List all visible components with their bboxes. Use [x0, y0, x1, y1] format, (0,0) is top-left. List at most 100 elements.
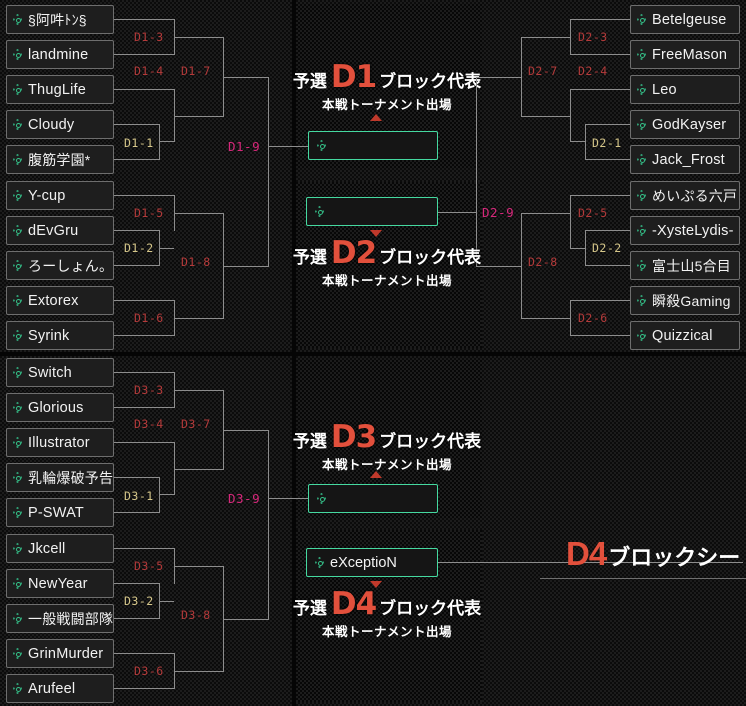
seed-heading: D4 ブロックシード: [566, 535, 746, 573]
team-name: Syrink: [28, 327, 70, 344]
team-name: 一般戦闘部隊: [28, 610, 114, 627]
seed-label: ブロックシード: [608, 545, 746, 570]
team-name: Cloudy: [28, 116, 75, 133]
team-box[interactable]: 瞬殺Gaming: [630, 286, 740, 315]
team-name: Leo: [652, 81, 677, 98]
team-box[interactable]: 腹筋学園*: [6, 145, 114, 174]
team-name: Extorex: [28, 292, 79, 309]
team-box[interactable]: §阿吽ﾄﾝ§: [6, 5, 114, 34]
block-note: 本戦トーナメント出場: [321, 458, 452, 472]
team-box[interactable]: 富士山5合目: [630, 251, 740, 280]
team-box[interactable]: Betelgeuse: [630, 5, 740, 34]
team-marker-icon: [315, 206, 324, 217]
team-name: Betelgeuse: [652, 11, 727, 28]
team-marker-icon: [13, 613, 22, 624]
team-box[interactable]: landmine: [6, 40, 114, 69]
team-marker-icon: [637, 84, 646, 95]
team-box[interactable]: NewYear: [6, 569, 114, 598]
team-box[interactable]: Glorious: [6, 393, 114, 422]
team-box[interactable]: GodKayser: [630, 110, 740, 139]
bracket-line: [114, 653, 174, 654]
team-name: dEvGru: [28, 222, 79, 239]
team-box[interactable]: Switch: [6, 358, 114, 387]
bracket-line: [570, 195, 571, 248]
team-marker-icon: [13, 14, 22, 25]
block-code: D2: [330, 235, 377, 271]
team-box[interactable]: Cloudy: [6, 110, 114, 139]
team-name: GodKayser: [652, 116, 727, 133]
team-marker-icon: [13, 402, 22, 413]
team-box[interactable]: 乳輪爆破予告: [6, 463, 114, 492]
bracket-line: [159, 248, 174, 249]
team-box[interactable]: めいぷる六戸: [630, 181, 740, 210]
team-marker-icon: [315, 557, 324, 568]
team-box[interactable]: Jkcell: [6, 534, 114, 563]
bracket-line: [570, 19, 571, 55]
bracket-line: [114, 512, 159, 513]
team-name: 乳輪爆破予告: [28, 469, 114, 486]
team-name: 瞬殺Gaming: [652, 292, 731, 309]
team-marker-icon: [13, 84, 22, 95]
advance-arrow-icon: [370, 471, 382, 478]
bracket-line: [114, 442, 174, 443]
team-marker-icon: [13, 543, 22, 554]
team-box[interactable]: ThugLife: [6, 75, 114, 104]
advance-arrow-icon: [370, 114, 382, 121]
team-name: FreeMason: [652, 46, 728, 63]
team-box[interactable]: Illustrator: [6, 428, 114, 457]
team-box[interactable]: Extorex: [6, 286, 114, 315]
match-label: D3-4: [134, 417, 164, 431]
bracket-line: [114, 688, 174, 689]
bracket-line: [223, 77, 269, 78]
bracket-line: [223, 266, 269, 267]
team-name: ThugLife: [28, 81, 87, 98]
bracket-line: [585, 124, 630, 125]
bracket-line: [114, 159, 159, 160]
team-box[interactable]: Quizzical: [630, 321, 740, 350]
block-heading-d2: 予選 D2 ブロック代表 本戦トーナメント出場: [292, 235, 482, 289]
bracket-line: [521, 318, 570, 319]
team-name: Illustrator: [28, 434, 90, 451]
team-box[interactable]: Y-cup: [6, 181, 114, 210]
team-box[interactable]: GrinMurder: [6, 639, 114, 668]
match-label: D1-9: [228, 139, 261, 154]
bracket-line: [570, 141, 585, 142]
bracket-line: [585, 230, 630, 231]
match-label: D1-7: [181, 64, 211, 78]
winner-slot-d4[interactable]: eXceptioN: [306, 548, 438, 577]
bracket-line: [174, 37, 223, 38]
winner-slot-d1[interactable]: [308, 131, 438, 160]
match-label: D3-1: [124, 489, 154, 503]
team-box[interactable]: 一般戦闘部隊: [6, 604, 114, 633]
team-box[interactable]: dEvGru: [6, 216, 114, 245]
winner-slot-d2[interactable]: [306, 197, 438, 226]
block-heading-d4: 予選 D4 ブロック代表 本戦トーナメント出場: [292, 589, 482, 640]
match-label: D3-9: [228, 491, 261, 506]
block-suffix: ブロック代表: [379, 599, 482, 618]
team-box[interactable]: Arufeel: [6, 674, 114, 703]
bracket-line: [159, 477, 160, 513]
bracket-line: [174, 116, 223, 117]
team-marker-icon: [317, 140, 326, 151]
match-label: D2-3: [578, 30, 608, 44]
bracket-line: [521, 213, 570, 214]
bracket-line: [476, 266, 522, 267]
bracket-line: [570, 248, 585, 249]
team-box[interactable]: Jack_Frost: [630, 145, 740, 174]
team-box[interactable]: ろーしょん。: [6, 251, 114, 280]
bracket-line: [159, 494, 174, 495]
team-name: ろーしょん。: [28, 257, 114, 274]
bracket-line: [174, 390, 223, 391]
team-name: §阿吽ﾄﾝ§: [28, 11, 87, 28]
team-name: Arufeel: [28, 680, 76, 697]
bracket-line: [174, 566, 223, 567]
bracket-line: [159, 601, 174, 602]
team-box[interactable]: FreeMason: [630, 40, 740, 69]
team-box[interactable]: -XysteLydis-: [630, 216, 740, 245]
winner-slot-d3[interactable]: [308, 484, 438, 513]
team-box[interactable]: Leo: [630, 75, 740, 104]
team-box[interactable]: Syrink: [6, 321, 114, 350]
bracket-line: [114, 300, 174, 301]
bracket-line: [174, 469, 223, 470]
team-box[interactable]: P-SWAT: [6, 498, 114, 527]
